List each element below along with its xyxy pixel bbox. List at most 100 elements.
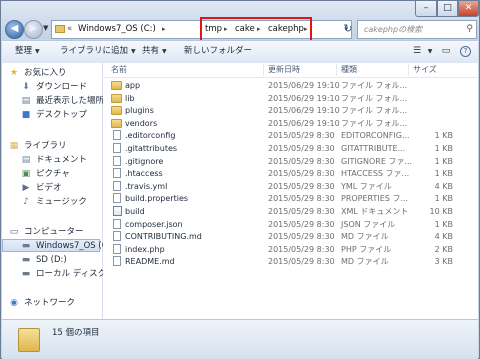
nav-favorites[interactable]: ★ お気に入り xyxy=(8,67,67,80)
nav-item-music[interactable]: ♪ ミュージック xyxy=(20,196,87,209)
breadcrumb-chevron-icon[interactable]: ▸ xyxy=(257,21,261,38)
view-options-icon[interactable]: ☰ xyxy=(411,46,423,57)
file-icon xyxy=(113,206,122,216)
nav-item-videos[interactable]: ▶ ビデオ xyxy=(20,182,62,195)
nav-item-drive-c[interactable]: ▬ Windows7_OS (C:) xyxy=(2,239,114,252)
file-icon xyxy=(113,168,121,179)
nav-item-label: ビデオ xyxy=(36,183,62,193)
nav-item-pictures[interactable]: ▣ ピクチャ xyxy=(20,168,70,181)
nav-item-recent[interactable]: ▤ 最近表示した場所 xyxy=(20,95,104,108)
organize-button[interactable]: 整理 ▼ xyxy=(15,41,40,62)
navigation-pane: ★ お気に入り ⬇ ダウンロード ▤ 最近表示した場所 ■ デスクトップ ▦ ライブラリ … xyxy=(2,63,118,319)
breadcrumb-chevron-icon[interactable]: ▸ xyxy=(224,21,228,38)
table-row[interactable]: build 2015/05/29 8:30 XML ドキュメント 10 KB xyxy=(103,205,478,218)
file-name: plugins xyxy=(125,106,154,116)
file-icon xyxy=(113,180,121,191)
file-date: 2015/05/29 8:30 xyxy=(268,181,335,191)
nav-item-documents[interactable]: ▤ ドキュメント xyxy=(20,154,87,167)
file-type: MD ファイル xyxy=(341,257,389,267)
table-row[interactable]: plugins 2015/06/29 19:10 ファイル フォル... xyxy=(103,104,478,117)
breadcrumb-chevron-icon[interactable]: ▸ xyxy=(304,21,308,38)
nav-item-desktop[interactable]: ■ デスクトップ xyxy=(20,109,87,122)
file-type: ファイル フォル... xyxy=(341,81,408,90)
column-divider[interactable] xyxy=(263,64,264,76)
file-date: 2015/06/29 19:10 xyxy=(268,118,340,128)
nav-network[interactable]: ◉ ネットワーク xyxy=(8,297,75,310)
search-placeholder: cakephpの検索 xyxy=(364,25,423,34)
recent-pages-dropdown-icon[interactable]: ▼ xyxy=(43,24,48,32)
help-icon[interactable]: ? xyxy=(460,46,471,57)
table-row[interactable]: index.php 2015/05/29 8:30 PHP ファイル 2 KB xyxy=(103,243,478,256)
search-icon[interactable]: ⚲ xyxy=(466,21,473,38)
column-date[interactable]: 更新日時 xyxy=(268,63,300,77)
refresh-icon[interactable]: ↻ xyxy=(339,20,357,39)
share-button[interactable]: 共有 ▼ xyxy=(142,41,167,62)
forward-arrow-icon[interactable]: ▶ xyxy=(24,20,43,39)
nav-computer-label: コンピューター xyxy=(24,227,84,237)
file-type: JSON ファイル xyxy=(341,219,396,229)
organize-label: 整理 xyxy=(15,46,33,56)
table-row[interactable]: .gitattributes 2015/05/29 8:30 GITATTRIBUT… xyxy=(103,142,478,155)
file-size: 1 KB xyxy=(434,131,453,141)
breadcrumb-chevron-icon[interactable]: ▸ xyxy=(162,21,166,38)
preview-pane-icon[interactable]: ▭ xyxy=(440,46,452,57)
column-type[interactable]: 種類 xyxy=(341,63,357,77)
add-to-library-button[interactable]: ライブラリに追加 ▼ xyxy=(60,41,136,62)
file-date: 2015/05/29 8:30 xyxy=(268,156,335,166)
column-size[interactable]: サイズ xyxy=(413,63,437,77)
search-input[interactable]: cakephpの検索 ⚲ xyxy=(357,20,477,39)
table-row[interactable]: vendors 2015/06/29 19:10 ファイル フォル... xyxy=(103,117,478,130)
table-row[interactable]: app 2015/06/29 19:10 ファイル フォル... xyxy=(103,79,478,92)
share-label: 共有 xyxy=(142,46,160,56)
breadcrumb-cakephp[interactable]: cakephp xyxy=(268,21,304,38)
add-to-library-label: ライブラリに追加 xyxy=(60,46,129,56)
file-type: GITATTRIBUTE... xyxy=(341,144,406,153)
table-row[interactable]: composer.json 2015/05/29 8:30 JSON ファイル 1 K… xyxy=(103,218,478,231)
nav-item-downloads[interactable]: ⬇ ダウンロード xyxy=(20,81,87,94)
status-bar: 15 個の項目 xyxy=(2,319,478,359)
maximize-button[interactable]: □ xyxy=(437,1,458,17)
file-size: 4 KB xyxy=(434,181,453,191)
breadcrumb-drive[interactable]: Windows7_OS (C:) xyxy=(78,21,156,38)
command-bar: 整理 ▼ ライブラリに追加 ▼ 共有 ▼ 新しいフォルダー ☰ ▼ ▭ ? xyxy=(2,40,478,64)
table-row[interactable]: build.properties 2015/05/29 8:30 PROPERTIE… xyxy=(103,192,478,205)
column-divider[interactable] xyxy=(408,64,409,76)
file-date: 2015/05/29 8:30 xyxy=(268,232,335,242)
dropdown-arrow-icon: ▼ xyxy=(162,48,167,55)
minimize-button[interactable]: – xyxy=(415,1,437,17)
file-name: index.php xyxy=(125,244,165,254)
column-divider[interactable] xyxy=(336,64,337,76)
table-row[interactable]: .editorconfig 2015/05/29 8:30 EDITORCONFIG… xyxy=(103,129,478,142)
file-icon xyxy=(113,193,121,204)
column-name[interactable]: 名前 xyxy=(111,63,127,77)
dropdown-arrow-icon: ▼ xyxy=(35,48,40,55)
table-row[interactable]: lib 2015/06/29 19:10 ファイル フォル... xyxy=(103,92,478,105)
file-type: MD ファイル xyxy=(341,232,389,242)
breadcrumb-cake[interactable]: cake xyxy=(235,21,255,38)
table-row[interactable]: CONTRIBUTING.md 2015/05/29 8:30 MD ファイル 4 K… xyxy=(103,230,478,243)
table-row[interactable]: README.md 2015/05/29 8:30 MD ファイル 3 KB xyxy=(103,255,478,268)
breadcrumb-tmp[interactable]: tmp xyxy=(205,21,222,38)
new-folder-button[interactable]: 新しいフォルダー xyxy=(184,41,252,62)
view-dropdown-icon[interactable]: ▼ xyxy=(424,46,436,57)
back-arrow-icon[interactable]: ◀ xyxy=(5,20,24,39)
nav-computer[interactable]: ▭ コンピューター xyxy=(8,226,84,239)
file-type: PHP ファイル xyxy=(341,244,392,254)
file-date: 2015/06/29 19:10 xyxy=(268,106,340,116)
address-overflow[interactable]: « xyxy=(67,21,72,38)
nav-item-drive-d[interactable]: ▬ SD (D:) xyxy=(20,254,67,267)
address-bar[interactable]: « Windows7_OS (C:) ▸ tmp ▸ cake ▸ cakeph… xyxy=(51,17,352,42)
close-button[interactable]: ✕ xyxy=(458,1,479,17)
table-row[interactable]: .htaccess 2015/05/29 8:30 HTACCESS ファ... 1 … xyxy=(103,167,478,180)
file-date: 2015/05/29 8:30 xyxy=(268,144,335,153)
file-type: GITIGNORE ファ... xyxy=(341,156,413,166)
table-row[interactable]: .gitignore 2015/05/29 8:30 GITIGNORE ファ...… xyxy=(103,155,478,168)
file-date: 2015/05/29 8:30 xyxy=(268,244,335,254)
sd-card-icon: ▬ xyxy=(21,255,31,265)
table-row[interactable]: .travis.yml 2015/05/29 8:30 YML ファイル 4 KB xyxy=(103,180,478,193)
nav-libraries[interactable]: ▦ ライブラリ xyxy=(8,140,67,153)
file-name: lib xyxy=(125,93,135,103)
file-size: 1 KB xyxy=(434,169,453,179)
file-date: 2015/05/29 8:30 xyxy=(268,194,335,204)
file-icon xyxy=(113,130,121,141)
